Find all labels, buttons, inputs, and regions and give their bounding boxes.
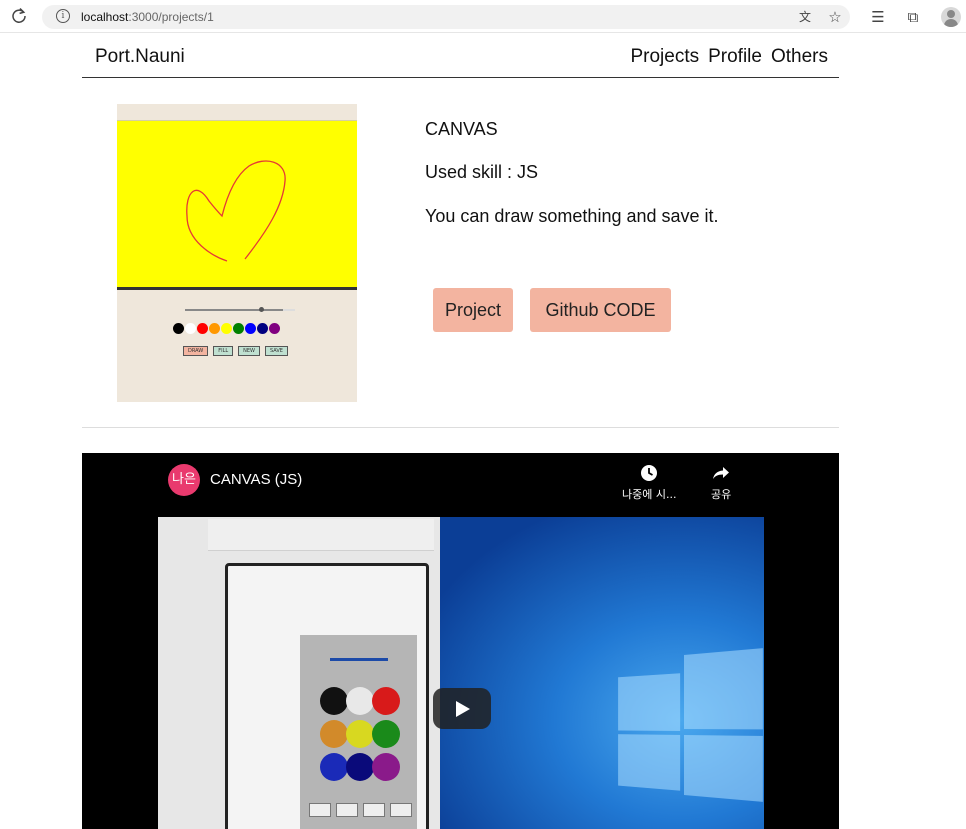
channel-avatar[interactable]: 나은 <box>168 464 200 496</box>
translate-icon[interactable]: ⽂ <box>795 7 815 27</box>
clock-icon <box>641 465 658 481</box>
video-player[interactable]: 나은 CANVAS (JS) 나중에 시... 공유 <box>82 453 839 829</box>
heart-drawing <box>186 160 286 262</box>
thumbnail-palette <box>173 323 280 334</box>
video-small-button <box>363 803 385 817</box>
thumb-save-button: SAVE <box>264 346 288 356</box>
url-text[interactable]: localhost:3000/projects/1 <box>81 10 214 24</box>
profile-icon[interactable] <box>941 7 961 27</box>
site-header: Port.Nauni Projects Profile Others <box>82 40 839 78</box>
video-slider <box>330 658 388 661</box>
video-browser-bar <box>208 519 434 551</box>
video-small-button <box>309 803 331 817</box>
palette-dot <box>233 323 244 334</box>
nav-projects[interactable]: Projects <box>630 46 699 68</box>
video-small-button <box>390 803 412 817</box>
palette-dot <box>209 323 220 334</box>
url-path: :3000/projects/1 <box>128 10 214 24</box>
watch-later-button[interactable]: 나중에 시... <box>622 463 676 502</box>
palette-dot <box>257 323 268 334</box>
share-icon <box>713 467 730 479</box>
project-skill: Used skill : JS <box>425 162 539 182</box>
nav-others[interactable]: Others <box>771 46 828 68</box>
palette-dot <box>221 323 232 334</box>
thumbnail-slider-knob <box>259 307 264 312</box>
windows-logo <box>618 648 763 802</box>
play-button[interactable] <box>433 688 491 729</box>
video-color-dot <box>346 753 374 781</box>
thumbnail-canvas <box>117 120 357 290</box>
collections-icon[interactable]: ⧉ <box>903 7 923 27</box>
section-divider <box>82 427 839 428</box>
thumbnail-buttons: DRAW FILL NEW SAVE <box>183 346 288 356</box>
browser-toolbar: i localhost:3000/projects/1 ⽂ ☆ ☰ ⧉ <box>0 0 966 33</box>
nav-profile[interactable]: Profile <box>708 46 762 68</box>
project-title: CANVAS <box>425 119 498 139</box>
brand-logo[interactable]: Port.Nauni <box>95 46 185 68</box>
video-small-button <box>336 803 358 817</box>
video-color-dot <box>346 720 374 748</box>
video-color-dot <box>372 720 400 748</box>
project-button[interactable]: Project <box>433 288 513 332</box>
video-color-dot <box>320 753 348 781</box>
project-thumbnail: DRAW FILL NEW SAVE <box>117 104 357 402</box>
watch-later-label: 나중에 시... <box>622 488 677 501</box>
thumb-new-button: NEW <box>238 346 260 356</box>
video-color-dot <box>372 687 400 715</box>
share-button[interactable]: 공유 <box>711 463 731 502</box>
favorites-icon[interactable]: ☰ <box>868 7 888 27</box>
star-icon[interactable]: ☆ <box>825 7 845 27</box>
reload-icon[interactable] <box>10 7 28 25</box>
thumbnail-slider <box>185 309 283 311</box>
palette-dot <box>269 323 280 334</box>
video-color-dot <box>320 720 348 748</box>
thumb-draw-button: DRAW <box>183 346 209 356</box>
video-color-dot <box>346 687 374 715</box>
thumbnail-slider-track <box>283 309 295 311</box>
video-title[interactable]: CANVAS (JS) <box>210 471 302 488</box>
project-description: You can draw something and save it. <box>425 206 719 226</box>
video-color-dot <box>372 753 400 781</box>
video-color-dot <box>320 687 348 715</box>
palette-dot <box>197 323 208 334</box>
github-code-button[interactable]: Github CODE <box>530 288 671 332</box>
url-host: localhost <box>81 10 129 24</box>
video-thumbnail <box>158 517 764 829</box>
palette-dot <box>185 323 196 334</box>
main-nav: Projects Profile Others <box>630 46 828 68</box>
palette-dot <box>245 323 256 334</box>
share-label: 공유 <box>711 488 732 501</box>
thumb-fill-button: FILL <box>213 346 234 356</box>
info-icon[interactable]: i <box>56 9 70 23</box>
palette-dot <box>173 323 184 334</box>
